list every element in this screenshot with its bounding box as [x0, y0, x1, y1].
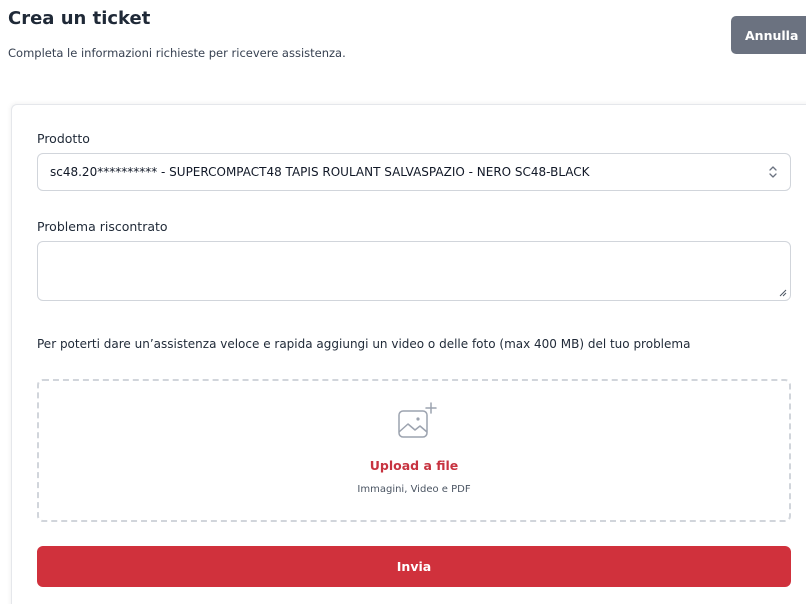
create-ticket-page: Crea un ticket Completa le informazioni … [0, 0, 806, 604]
problem-label: Problema riscontrato [37, 219, 168, 234]
page-title: Crea un ticket [8, 8, 151, 29]
file-dropzone[interactable]: Upload a file Immagini, Video e PDF [37, 379, 791, 522]
resize-handle-icon[interactable] [778, 288, 787, 297]
cancel-button[interactable]: Annulla [731, 16, 806, 54]
product-select[interactable]: sc48.20********** - SUPERCOMPACT48 TAPIS… [37, 153, 791, 191]
product-select-value: sc48.20********** - SUPERCOMPACT48 TAPIS… [50, 165, 590, 179]
upload-instructions: Per poterti dare un’assistenza veloce e … [37, 337, 691, 351]
page-subtitle: Completa le informazioni richieste per r… [8, 46, 346, 60]
submit-button[interactable]: Invia [37, 546, 791, 587]
upload-hint: Immagini, Video e PDF [357, 484, 471, 495]
image-add-icon [398, 402, 437, 438]
upload-file-link[interactable]: Upload a file [39, 458, 789, 473]
problem-textarea[interactable] [37, 241, 791, 301]
chevron-up-down-icon [769, 166, 777, 178]
product-label: Prodotto [37, 131, 90, 146]
